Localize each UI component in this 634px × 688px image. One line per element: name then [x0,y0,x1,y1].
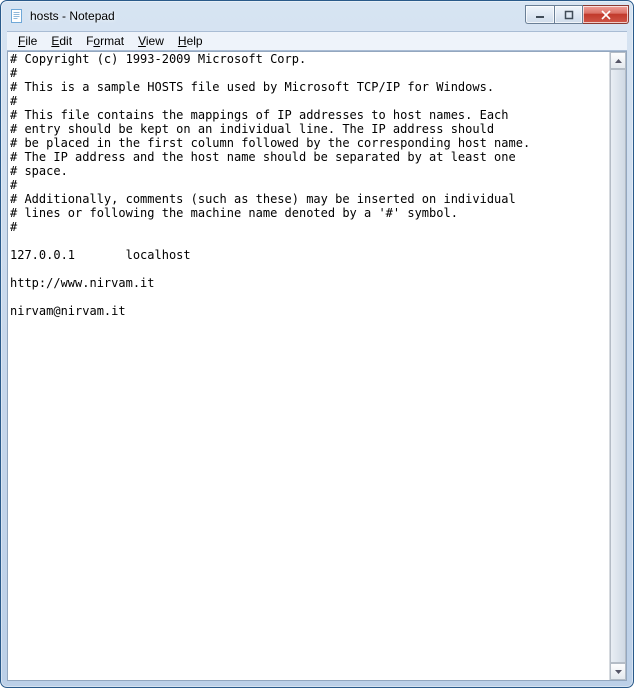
scroll-thumb[interactable] [610,69,626,663]
vertical-scrollbar[interactable] [609,52,626,680]
menu-format[interactable]: Format [79,33,131,49]
titlebar[interactable]: hosts - Notepad [1,1,633,31]
maximize-icon [564,10,574,20]
minimize-button[interactable] [525,5,554,24]
scroll-down-icon [615,670,622,674]
menu-edit[interactable]: Edit [44,33,79,49]
window-controls [525,5,629,24]
scroll-down-button[interactable] [610,663,626,680]
text-editor[interactable]: # Copyright (c) 1993-2009 Microsoft Corp… [8,52,609,680]
scroll-track[interactable] [610,69,626,663]
menubar: File Edit Format View Help [7,31,627,51]
menu-file[interactable]: File [11,33,44,49]
menu-view[interactable]: View [131,33,171,49]
close-button[interactable] [583,5,629,24]
scroll-up-button[interactable] [610,52,626,69]
notepad-icon [9,8,25,24]
minimize-icon [535,10,545,20]
close-icon [600,10,612,20]
scroll-up-icon [615,59,622,63]
notepad-window: hosts - Notepad File Edit Format View He… [0,0,634,688]
menu-help[interactable]: Help [171,33,210,49]
maximize-button[interactable] [554,5,583,24]
window-title: hosts - Notepad [30,9,525,23]
client-area: # Copyright (c) 1993-2009 Microsoft Corp… [7,51,627,681]
